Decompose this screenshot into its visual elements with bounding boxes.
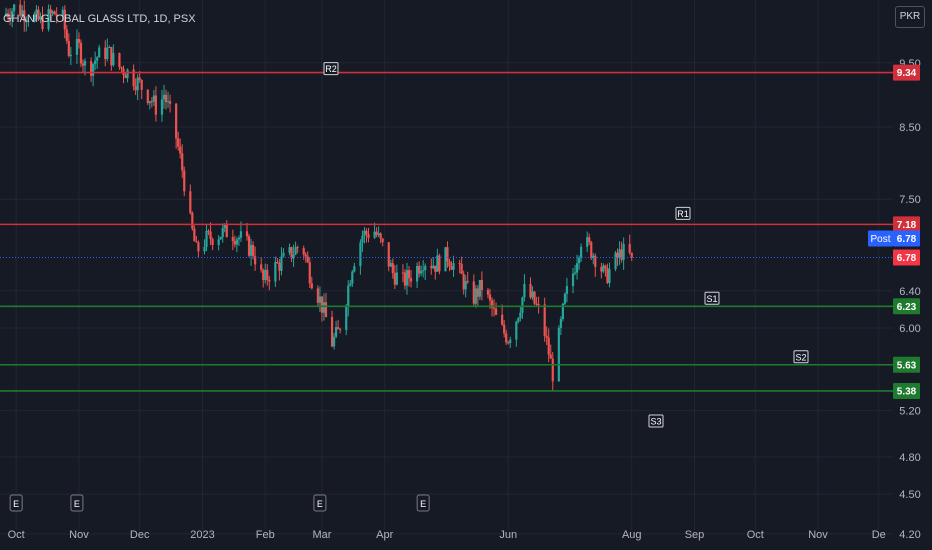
svg-text:E: E — [13, 499, 19, 509]
svg-text:E: E — [74, 499, 80, 509]
x-tick-label: Feb — [256, 529, 275, 541]
level-tag-label: R2 — [325, 64, 337, 74]
candle — [444, 247, 447, 272]
y-tick-label: 6.00 — [899, 323, 920, 335]
y-axis: 9.508.507.506.406.005.204.804.504.20 — [893, 0, 932, 550]
y-tick-label: 8.50 — [899, 122, 920, 134]
y-tick-label: 5.20 — [899, 406, 920, 418]
svg-text:6.78: 6.78 — [897, 253, 917, 264]
level-price-badge: 5.63 — [893, 356, 920, 373]
level-tag-s1: S1 — [704, 291, 720, 305]
svg-text:6.78: 6.78 — [897, 234, 917, 245]
currency-button[interactable]: PKR — [895, 6, 925, 28]
x-tick-label: Oct — [747, 529, 764, 541]
svg-text:E: E — [317, 499, 323, 509]
svg-text:5.63: 5.63 — [897, 360, 917, 371]
level-tag-r1: R1 — [675, 206, 691, 220]
svg-text:6.23: 6.23 — [897, 302, 917, 313]
y-axis-background — [893, 0, 932, 550]
x-tick-label: Sep — [685, 529, 705, 541]
level-price-badge: 6.23 — [893, 298, 920, 315]
candle — [247, 234, 251, 258]
candle — [146, 89, 149, 106]
x-tick-label: Nov — [69, 529, 89, 541]
level-tag-s3: S3 — [648, 414, 664, 428]
earnings-event-marker: E — [70, 494, 84, 512]
candle — [191, 211, 194, 231]
candle — [614, 250, 617, 272]
y-tick-label: 6.40 — [899, 286, 920, 298]
svg-text:5.38: 5.38 — [897, 386, 917, 397]
chart-title: GHANI GLOBAL GLASS LTD, 1D, PSX — [3, 13, 196, 25]
candle — [563, 292, 567, 306]
level-tag-label: S1 — [706, 294, 717, 304]
level-tag-r2: R2 — [323, 62, 339, 76]
level-tag-label: S3 — [650, 416, 661, 426]
last-price-badge: 6.78 — [893, 249, 920, 266]
x-tick-label: Aug — [622, 529, 642, 541]
earnings-event-marker: E — [416, 494, 430, 512]
x-tick-label: Apr — [376, 529, 393, 541]
earnings-event-marker: E — [313, 494, 327, 512]
svg-text:E: E — [420, 499, 426, 509]
svg-text:9.34: 9.34 — [897, 68, 917, 79]
x-tick-label: Mar — [312, 529, 331, 541]
x-tick-label: Jun — [499, 529, 517, 541]
candle — [79, 39, 83, 68]
svg-text:7.18: 7.18 — [897, 220, 917, 231]
x-tick-label: Nov — [808, 529, 828, 541]
x-tick-label: Dec — [130, 529, 150, 541]
level-price-badge: 5.38 — [893, 382, 920, 399]
post-market-badge: Post 6.78 — [868, 230, 920, 247]
y-tick-label: 7.50 — [899, 194, 920, 206]
level-price-badge: 7.18 — [893, 216, 920, 233]
y-tick-label: 4.80 — [899, 452, 920, 464]
candle — [533, 290, 536, 305]
svg-text:Post: Post — [870, 234, 890, 245]
earnings-event-marker: E — [9, 494, 23, 512]
chart-svg[interactable]: R2 R1 S1 S2 S3 E E E E Oct Nov Dec 2023 Feb Mar Apr Ju… — [0, 0, 932, 550]
candle — [438, 253, 441, 275]
level-tag-label: S2 — [795, 352, 806, 362]
y-tick-label: 4.50 — [899, 489, 920, 501]
candle — [557, 325, 560, 382]
level-price-badge: 9.34 — [893, 64, 920, 81]
x-tick-label: De — [872, 529, 886, 541]
level-tag-s2: S2 — [793, 350, 809, 364]
x-tick-label: Oct — [8, 529, 25, 541]
y-tick-label: 4.20 — [899, 529, 920, 541]
x-tick-label: 2023 — [190, 529, 214, 541]
level-tag-label: R1 — [677, 209, 689, 219]
